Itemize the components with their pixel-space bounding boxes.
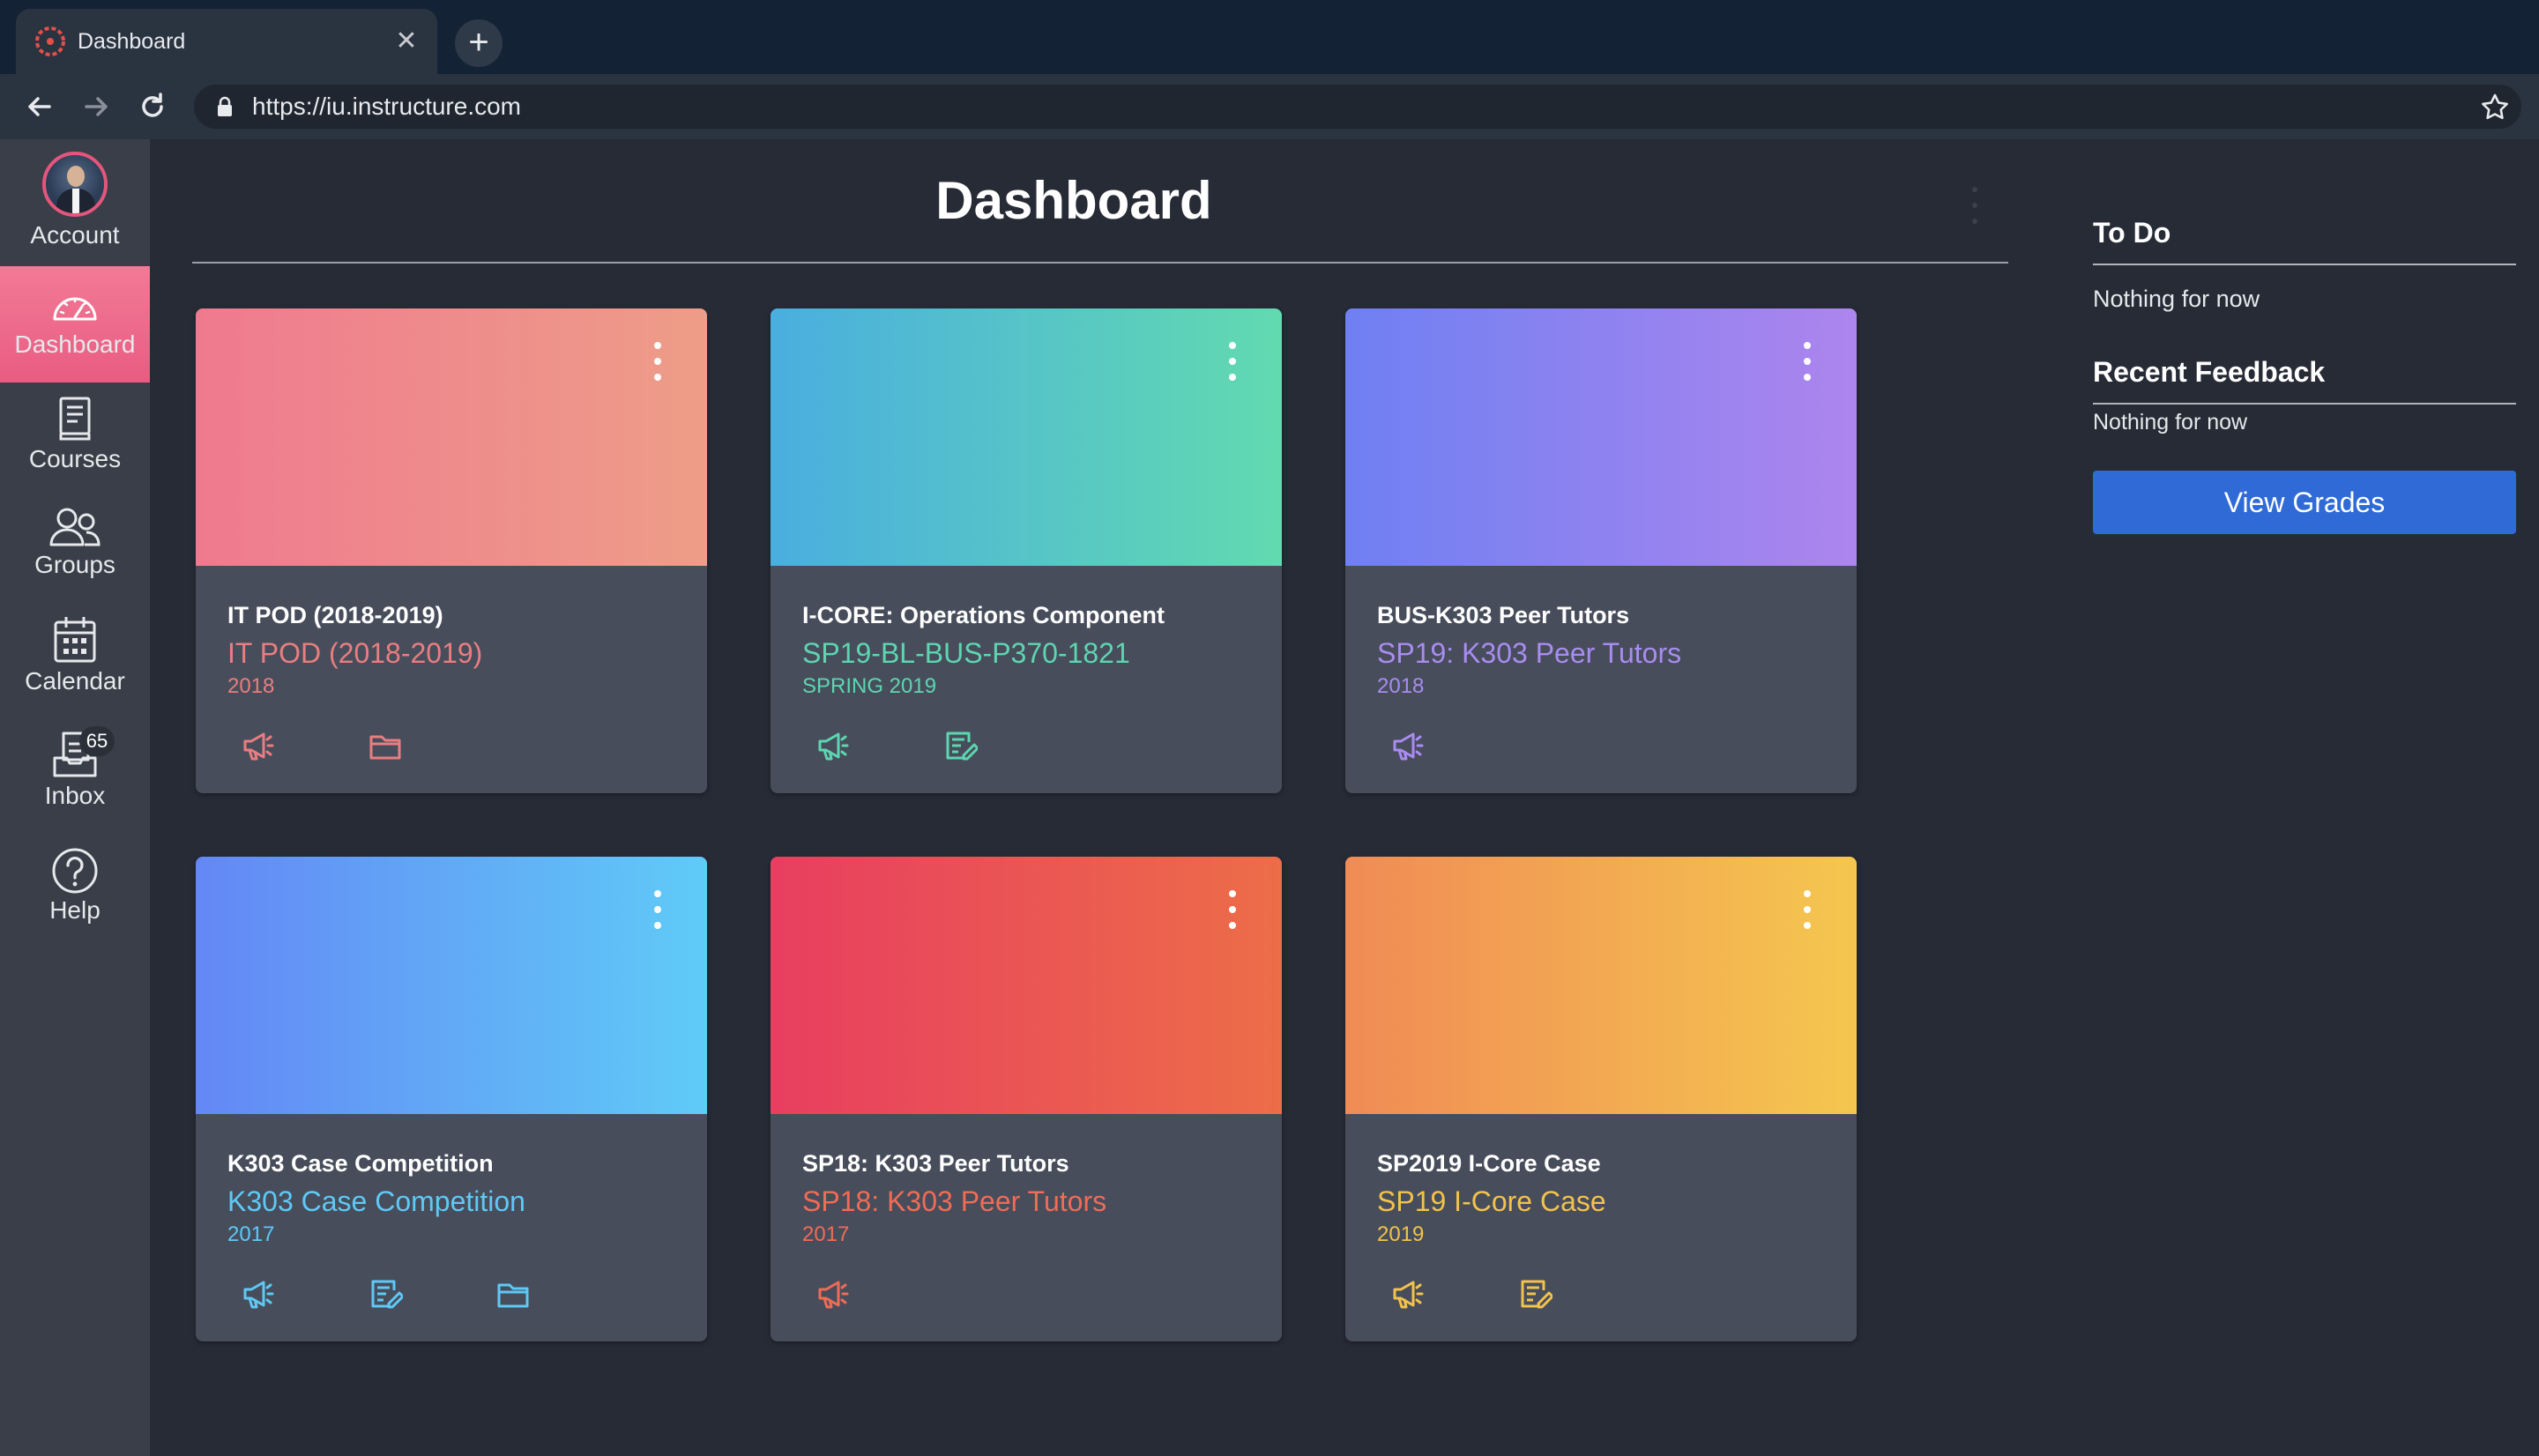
new-tab-button[interactable]: + — [455, 19, 503, 67]
course-card-name[interactable]: SP18: K303 Peer Tutors — [802, 1148, 1069, 1179]
course-card-header[interactable] — [1345, 308, 1857, 566]
card-options-icon[interactable] — [652, 890, 663, 932]
nav-help-label: Help — [49, 896, 101, 924]
groups-people-icon — [49, 508, 101, 546]
card-options-icon[interactable] — [1227, 342, 1238, 384]
nav-groups-label: Groups — [34, 551, 115, 578]
course-card-name[interactable]: IT POD (2018-2019) — [227, 599, 443, 631]
card-options-icon[interactable] — [652, 342, 663, 384]
calendar-icon — [54, 617, 96, 663]
course-card-term: 2018 — [1377, 674, 1425, 698]
help-question-icon — [52, 848, 98, 894]
nav-account-label: Account — [30, 221, 120, 249]
recent-feedback-heading: Recent Feedback — [2093, 356, 2326, 388]
course-card-name[interactable]: SP2019 I-Core Case — [1377, 1148, 1601, 1179]
course-card-code[interactable]: SP19-BL-BUS-P370-1821 — [802, 635, 1130, 672]
forward-arrow-icon[interactable] — [76, 86, 116, 127]
nav-groups[interactable]: Groups — [0, 504, 150, 610]
course-card-name[interactable]: K303 Case Competition — [227, 1148, 494, 1179]
address-bar[interactable]: https://iu.instructure.com — [194, 85, 2521, 129]
announcements-icon[interactable] — [1389, 728, 1425, 763]
course-card[interactable]: IT POD (2018-2019) IT POD (2018-2019) 20… — [196, 308, 707, 793]
browser-toolbar: https://iu.instructure.com — [0, 74, 2539, 139]
canvas-logo-icon — [35, 26, 65, 56]
course-card-term: 2019 — [1377, 1222, 1425, 1246]
course-card-code[interactable]: IT POD (2018-2019) — [227, 635, 482, 672]
courses-book-icon — [59, 397, 91, 441]
announcements-icon[interactable] — [815, 1276, 850, 1311]
card-options-icon[interactable] — [1802, 342, 1813, 384]
course-card-header[interactable] — [196, 308, 707, 566]
files-icon[interactable] — [368, 728, 403, 763]
nav-calendar[interactable]: Calendar — [0, 613, 150, 724]
reload-icon[interactable] — [132, 86, 173, 127]
nav-dashboard-label: Dashboard — [14, 331, 136, 358]
avatar — [42, 152, 108, 217]
course-card-code[interactable]: SP19: K303 Peer Tutors — [1377, 635, 1681, 672]
course-card[interactable]: SP2019 I-Core Case SP19 I-Core Case 2019 — [1345, 857, 1857, 1341]
feedback-empty-text: Nothing for now — [2093, 410, 2248, 435]
nav-inbox-label: Inbox — [44, 782, 106, 809]
nav-inbox[interactable]: 65 Inbox — [0, 724, 150, 839]
course-card-term: 2017 — [227, 1222, 275, 1246]
view-grades-button[interactable]: View Grades — [2093, 471, 2516, 534]
course-card-header[interactable] — [1345, 857, 1857, 1114]
card-options-icon[interactable] — [1802, 890, 1813, 932]
dashboard-gauge-icon — [53, 297, 97, 321]
close-tab-icon[interactable]: ✕ — [391, 26, 421, 56]
bookmark-star-icon[interactable] — [2477, 90, 2513, 125]
nav-calendar-label: Calendar — [25, 667, 125, 695]
course-card[interactable]: BUS-K303 Peer Tutors SP19: K303 Peer Tut… — [1345, 308, 1857, 793]
course-card[interactable]: K303 Case Competition K303 Case Competit… — [196, 857, 707, 1341]
browser-tab[interactable]: Dashboard ✕ — [16, 9, 437, 74]
browser-tab-bar: Dashboard ✕ + — [0, 0, 2539, 74]
nav-account[interactable]: Account — [0, 139, 150, 264]
assignments-icon[interactable] — [1517, 1276, 1552, 1311]
announcements-icon[interactable] — [1389, 1276, 1425, 1311]
course-card-code[interactable]: K303 Case Competition — [227, 1183, 525, 1220]
course-card-term: SPRING 2019 — [802, 674, 937, 698]
todo-divider — [2093, 264, 2516, 265]
lock-icon — [218, 96, 232, 116]
nav-dashboard[interactable]: Dashboard — [0, 266, 150, 383]
nav-courses[interactable]: Courses — [0, 395, 150, 501]
url-text: https://iu.instructure.com — [252, 93, 522, 120]
course-card-term: 2017 — [802, 1222, 850, 1246]
assignments-icon[interactable] — [368, 1276, 403, 1311]
nav-courses-label: Courses — [28, 445, 122, 472]
course-card-code[interactable]: SP18: K303 Peer Tutors — [802, 1183, 1106, 1220]
course-card[interactable]: I-CORE: Operations Component SP19-BL-BUS… — [771, 308, 1282, 793]
announcements-icon[interactable] — [815, 728, 850, 763]
announcements-icon[interactable] — [240, 1276, 275, 1311]
card-options-icon[interactable] — [1227, 890, 1238, 932]
course-card-header[interactable] — [196, 857, 707, 1114]
todo-heading: To Do — [2093, 217, 2171, 249]
course-card-header[interactable] — [771, 308, 1282, 566]
nav-help[interactable]: Help — [0, 841, 150, 947]
course-card-code[interactable]: SP19 I-Core Case — [1377, 1183, 1606, 1220]
course-card-term: 2018 — [227, 674, 275, 698]
announcements-icon[interactable] — [240, 728, 275, 763]
feedback-divider — [2093, 403, 2516, 405]
inbox-unread-badge: 65 — [79, 726, 115, 756]
page-title: Dashboard — [935, 171, 1212, 230]
tab-title: Dashboard — [78, 29, 186, 54]
course-card-name[interactable]: BUS-K303 Peer Tutors — [1377, 599, 1629, 631]
assignments-icon[interactable] — [942, 728, 978, 763]
course-card[interactable]: SP18: K303 Peer Tutors SP18: K303 Peer T… — [771, 857, 1282, 1341]
course-card-header[interactable] — [771, 857, 1282, 1114]
todo-empty-text: Nothing for now — [2093, 286, 2260, 312]
dashboard-options-icon[interactable] — [1971, 185, 1978, 226]
course-card-name[interactable]: I-CORE: Operations Component — [802, 599, 1165, 631]
global-navigation: Account Dashboard Courses Groups Calenda… — [0, 139, 150, 1456]
title-divider — [192, 262, 2008, 264]
back-arrow-icon[interactable] — [19, 86, 60, 127]
files-icon[interactable] — [495, 1276, 531, 1311]
